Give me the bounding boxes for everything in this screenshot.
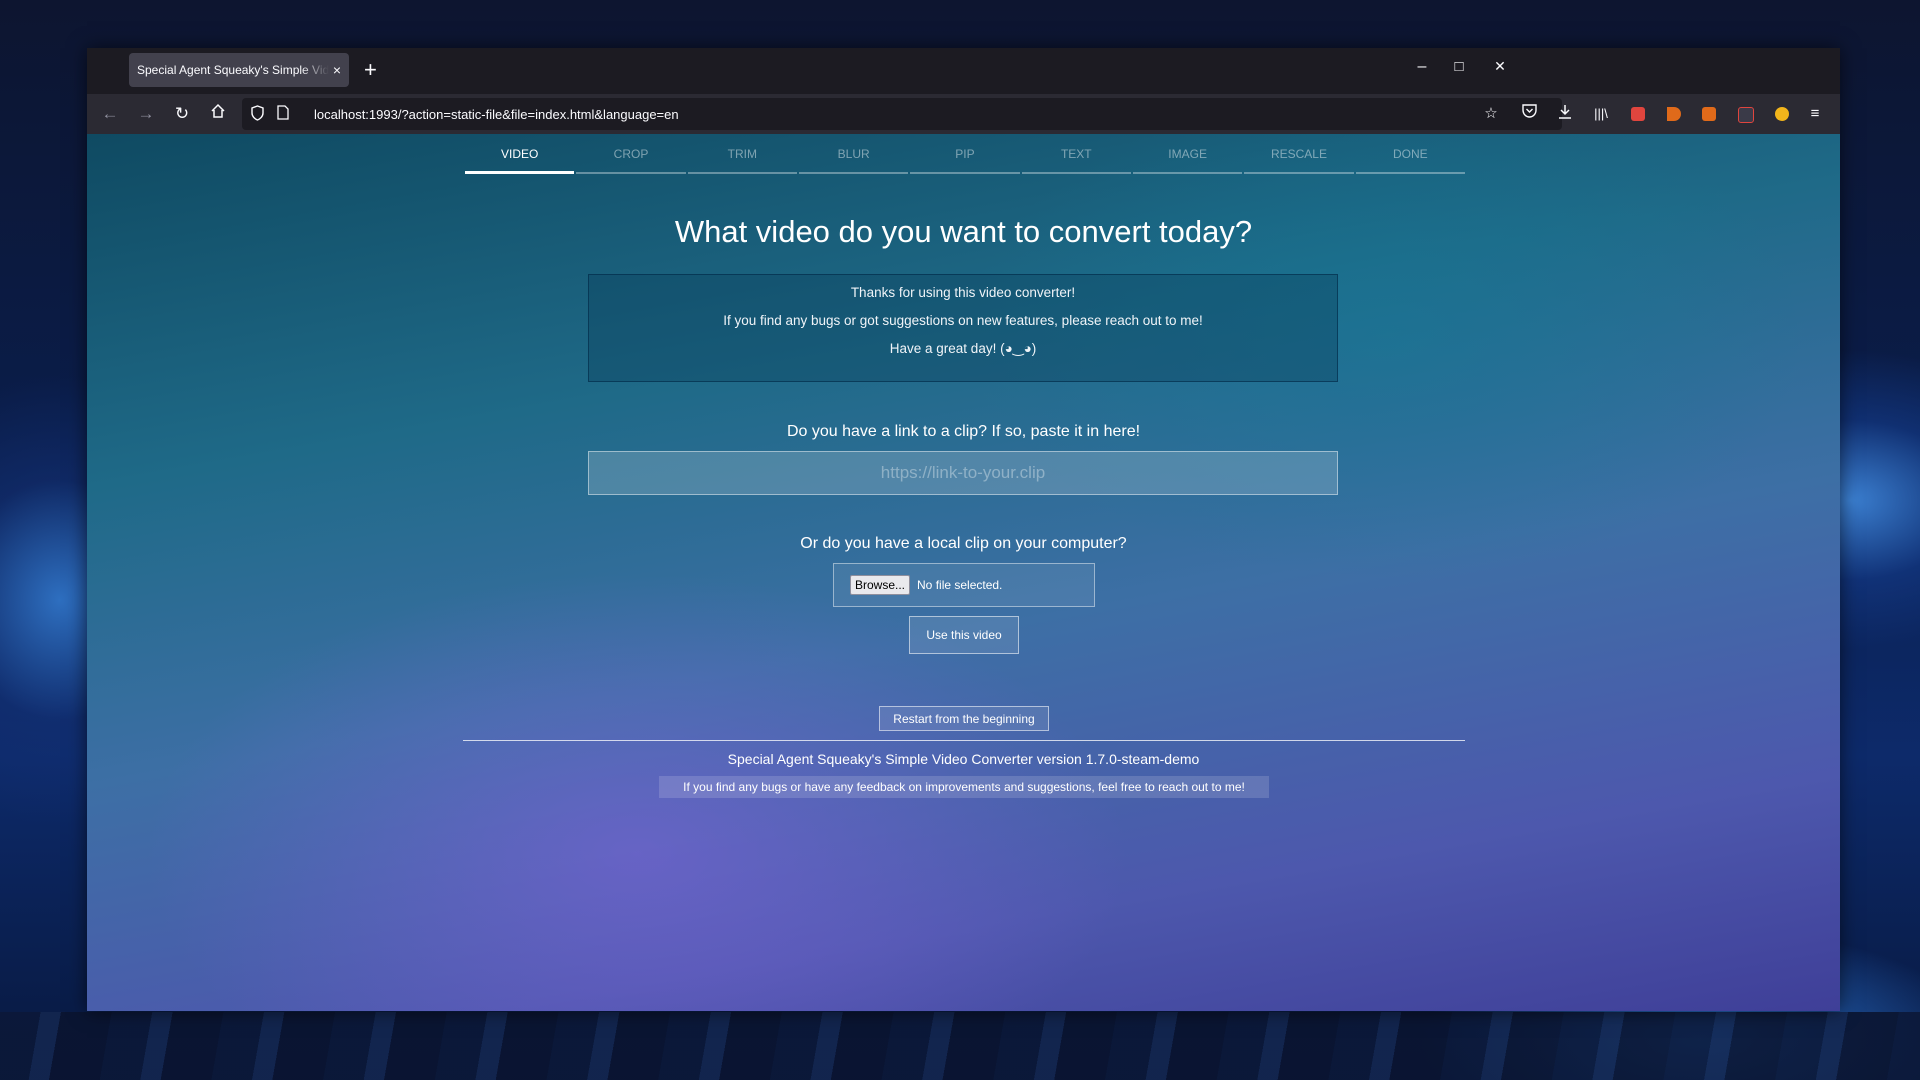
link-question: Do you have a link to a clip? If so, pas… xyxy=(786,423,1141,440)
file-picker[interactable]: Browse... No file selected. xyxy=(833,563,1095,607)
browser-window: Special Agent Squeaky's Simple Video Con… xyxy=(87,48,1840,1011)
extension-settings-icon[interactable] xyxy=(1702,107,1716,121)
reload-icon[interactable]: ↻ xyxy=(170,103,194,125)
browser-tab[interactable]: Special Agent Squeaky's Simple Video Con… xyxy=(129,53,349,87)
desktop-wallpaper xyxy=(0,1012,1920,1080)
close-window-button[interactable]: ✕ xyxy=(1485,58,1515,75)
tab-trim[interactable]: TRIM xyxy=(687,142,797,174)
tab-title: Special Agent Squeaky's Simple Video Con… xyxy=(137,63,329,77)
tab-rescale[interactable]: RESCALE xyxy=(1244,142,1354,174)
use-video-button[interactable]: Use this video xyxy=(909,616,1019,654)
bookmark-star-icon[interactable]: ☆ xyxy=(1480,104,1502,124)
download-icon[interactable] xyxy=(1554,104,1576,124)
pocket-icon[interactable] xyxy=(1518,104,1540,124)
extension-face-icon[interactable] xyxy=(1775,107,1789,121)
url-text[interactable]: localhost:1993/?action=static-file&file=… xyxy=(314,107,679,122)
info-line-feedback: If you find any bugs or got suggestions … xyxy=(723,313,1203,328)
extension-cursor-off-icon[interactable] xyxy=(1738,107,1754,123)
tab-blur[interactable]: BLUR xyxy=(798,142,909,174)
tab-video[interactable]: VIDEO xyxy=(465,142,575,174)
tab-crop[interactable]: CROP xyxy=(576,142,686,174)
local-clip-question: Or do you have a local clip on your comp… xyxy=(800,535,1127,552)
tab-done[interactable]: DONE xyxy=(1355,142,1465,174)
info-box: Thanks for using this video converter! I… xyxy=(588,274,1338,382)
info-line-greeting: Have a great day! (◕‿◕) xyxy=(889,341,1037,356)
extension-megaphone-icon[interactable] xyxy=(1667,107,1681,121)
shield-icon[interactable] xyxy=(250,105,265,124)
version-text: Special Agent Squeaky's Simple Video Con… xyxy=(727,751,1200,767)
tab-pip[interactable]: PIP xyxy=(910,142,1020,174)
tab-strip: Special Agent Squeaky's Simple Video Con… xyxy=(87,48,1840,94)
feedback-banner: If you find any bugs or have any feedbac… xyxy=(659,776,1269,798)
forward-icon[interactable]: → xyxy=(134,103,158,125)
info-line-thanks: Thanks for using this video converter! xyxy=(850,285,1076,300)
home-icon[interactable] xyxy=(206,103,230,125)
new-tab-button[interactable]: + xyxy=(364,58,377,82)
url-bar[interactable]: localhost:1993/?action=static-file&file=… xyxy=(242,98,1562,130)
maximize-button[interactable]: □ xyxy=(1444,58,1474,75)
library-icon[interactable]: |||\ xyxy=(1590,104,1612,124)
clip-link-input[interactable] xyxy=(588,451,1338,495)
file-status: No file selected. xyxy=(917,578,1003,592)
page-title: What video do you want to convert today? xyxy=(674,214,1253,249)
tab-image[interactable]: IMAGE xyxy=(1132,142,1243,174)
page-icon[interactable] xyxy=(277,105,289,123)
minimize-button[interactable]: – xyxy=(1407,58,1437,76)
extension-mail-icon[interactable] xyxy=(1631,107,1645,121)
page-content: VIDEO CROP TRIM BLUR PIP TEXT IMAGE RESC… xyxy=(87,134,1840,1011)
step-tabs: VIDEO CROP TRIM BLUR PIP TEXT IMAGE RESC… xyxy=(465,142,1465,174)
menu-icon[interactable]: ≡ xyxy=(1804,104,1826,124)
navigation-bar: ← → ↻ localhost:1993/?action=static-file… xyxy=(87,94,1840,134)
restart-button[interactable]: Restart from the beginning xyxy=(879,706,1049,731)
back-icon[interactable]: ← xyxy=(98,103,122,125)
browse-button[interactable]: Browse... xyxy=(850,575,911,595)
tab-close-icon[interactable]: × xyxy=(333,62,341,78)
tab-text[interactable]: TEXT xyxy=(1021,142,1131,174)
footer-divider xyxy=(463,740,1465,741)
